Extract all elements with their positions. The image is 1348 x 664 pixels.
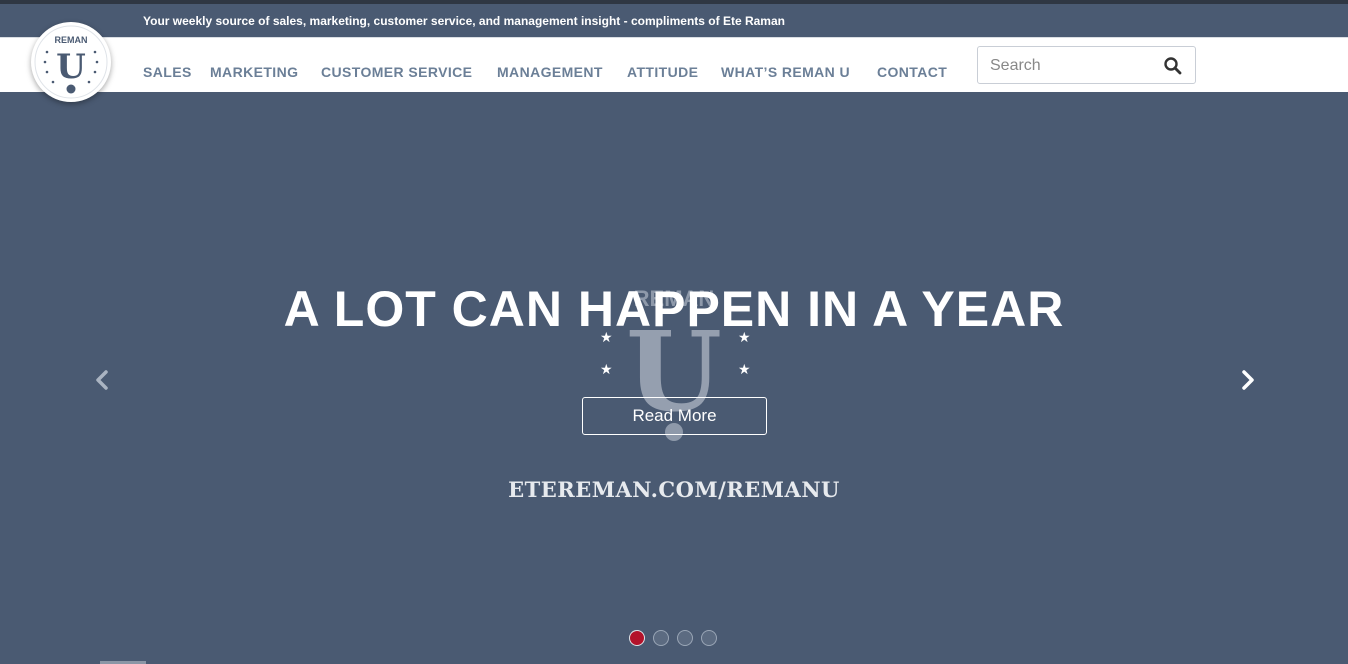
tagline-text: Your weekly source of sales, marketing, … (143, 14, 785, 28)
nav-item-contact[interactable]: CONTACT (877, 64, 947, 80)
svg-text:★: ★ (738, 362, 751, 378)
carousel-dot-2[interactable] (653, 630, 669, 646)
carousel-dot-4[interactable] (701, 630, 717, 646)
read-more-button[interactable]: Read More (582, 397, 767, 435)
main-navigation: SALES MARKETING CUSTOMER SERVICE MANAGEM… (0, 37, 1348, 92)
hero-headline: A LOT CAN HAPPEN IN A YEAR (283, 281, 1065, 337)
reman-u-logo[interactable]: REMAN U (31, 22, 111, 102)
hero-carousel: REMAN U ★ ★ ★ ★ A LOT CAN HAPPEN IN A YE… (0, 92, 1348, 664)
nav-item-marketing[interactable]: MARKETING (210, 64, 298, 80)
search-box (977, 46, 1196, 84)
logo-letter: U (56, 47, 86, 87)
tagline-bar: Your weekly source of sales, marketing, … (0, 4, 1348, 37)
carousel-dot-3[interactable] (677, 630, 693, 646)
nav-item-attitude[interactable]: ATTITUDE (627, 64, 698, 80)
svg-text:★: ★ (600, 362, 613, 378)
logo-top-text: REMAN (55, 35, 88, 45)
nav-item-sales[interactable]: SALES (143, 64, 192, 80)
nav-item-whats-reman-u[interactable]: WHAT’S REMAN U (721, 64, 850, 80)
chevron-left-icon[interactable] (92, 368, 112, 392)
chevron-right-icon[interactable] (1238, 368, 1258, 392)
carousel-dot-1[interactable] (629, 630, 645, 646)
search-icon[interactable] (1163, 56, 1183, 76)
nav-item-customer-service[interactable]: CUSTOMER SERVICE (321, 64, 472, 80)
reman-u-logo-icon: REMAN U (34, 25, 108, 99)
nav-item-management[interactable]: MANAGEMENT (497, 64, 603, 80)
search-input[interactable] (979, 48, 1162, 84)
hero-url-text: ETEREMAN.COM/REMANU (508, 477, 840, 502)
